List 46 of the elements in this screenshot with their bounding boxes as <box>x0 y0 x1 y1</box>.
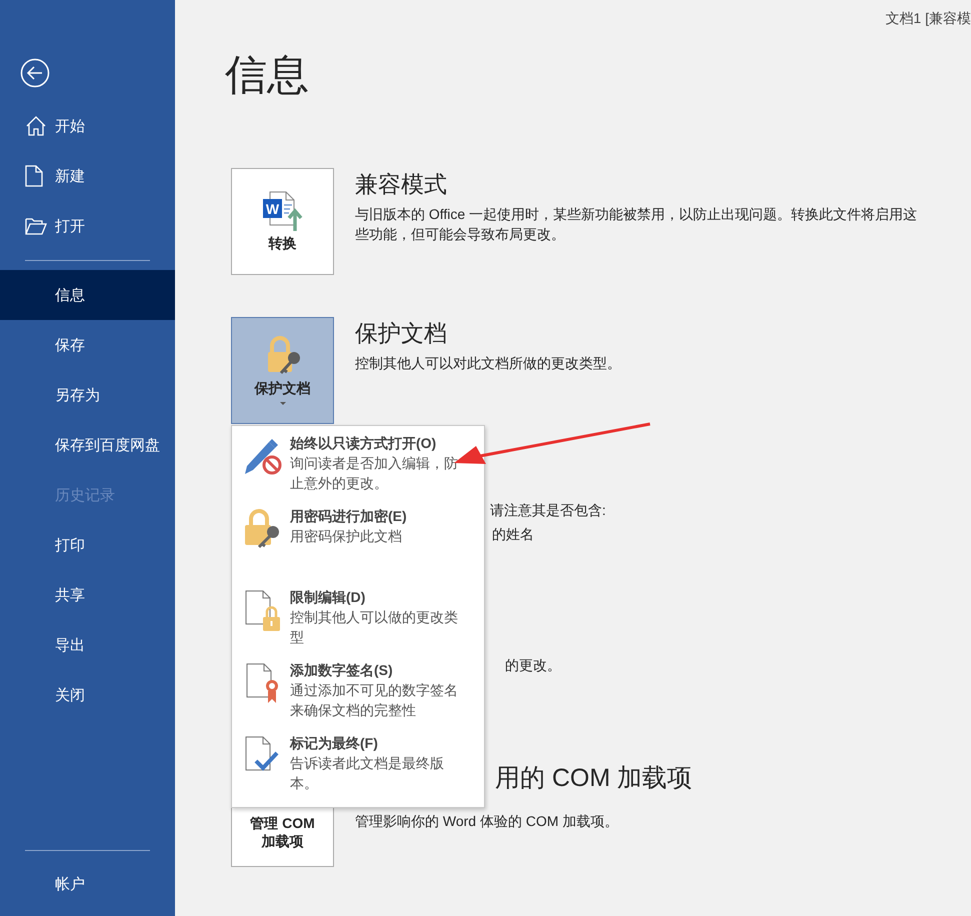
sidebar-item[interactable]: 共享 <box>0 570 175 620</box>
menu-item[interactable]: 限制编辑(D) 控制其他人可以做的更改类型 <box>232 584 484 657</box>
document-text: 的姓名 <box>492 526 534 544</box>
convert-button[interactable]: W 转换 <box>231 168 334 275</box>
lock-key-icon <box>243 509 281 549</box>
menu-item-description: 控制其他人可以做的更改类型 <box>290 608 459 647</box>
menu-item[interactable]: 始终以只读方式打开(O) 询问读者是否加入编辑，防止意外的更改。 <box>232 430 484 503</box>
file-icon <box>25 165 43 187</box>
window-title: 文档1 [兼容模 <box>885 10 971 28</box>
menu-item-title: 添加数字签名(S) <box>290 661 394 680</box>
section-description: 管理影响你的 Word 体验的 COM 加载项。 <box>355 812 618 831</box>
document-lock-icon <box>244 590 280 632</box>
menu-item[interactable]: 添加数字签名(S) 通过添加不可见的数字签名来确保文档的完整性 <box>232 657 484 730</box>
menu-item-description: 询问读者是否加入编辑，防止意外的更改。 <box>290 454 459 493</box>
sidebar-item[interactable]: 保存到百度网盘 <box>0 420 175 470</box>
section-heading: 用的 COM 加载项 <box>495 763 692 793</box>
sidebar-item[interactable]: 关闭 <box>0 670 175 720</box>
sidebar-item[interactable]: 打开 <box>0 201 175 251</box>
back-icon[interactable] <box>20 58 50 88</box>
sidebar-item[interactable]: 帐户 <box>0 859 175 909</box>
protect-document-button[interactable]: 保护文档 <box>231 317 334 424</box>
menu-item-description: 用密码保护此文档 <box>290 527 403 546</box>
sidebar-item[interactable]: 开始 <box>0 101 175 151</box>
menu-item-title: 限制编辑(D) <box>290 588 366 607</box>
section-description: 与旧版本的 Office 一起使用时，某些新功能被禁用，以防止出现问题。转换此文件将启用这些功能，但可能会导致布局更改。 <box>355 205 918 244</box>
document-ribbon-icon <box>244 663 280 705</box>
menu-item-title: 始终以只读方式打开(O) <box>290 434 438 453</box>
sidebar-item[interactable]: 另存为 <box>0 370 175 420</box>
page-title: 信息 <box>225 50 310 100</box>
caret-icon <box>280 402 286 405</box>
menu-item[interactable]: 用密码进行加密(E) 用密码保护此文档 <box>232 503 484 576</box>
document-text: 请注意其是否包含: <box>490 502 606 520</box>
folder-icon <box>25 217 47 235</box>
sidebar-item[interactable]: 保存 <box>0 320 175 370</box>
document-text: 的更改。 <box>505 657 561 675</box>
menu-item-description: 通过添加不可见的数字签名来确保文档的完整性 <box>290 681 459 720</box>
sidebar-item[interactable]: 导出 <box>0 620 175 670</box>
sidebar-item[interactable]: 打印 <box>0 520 175 570</box>
section-description: 控制其他人可以对此文档所做的更改类型。 <box>355 354 622 373</box>
sidebar-item[interactable]: 新建 <box>0 151 175 201</box>
section-heading: 兼容模式 <box>355 170 448 198</box>
sidebar-item[interactable]: 信息 <box>0 270 175 320</box>
section-heading: 保护文档 <box>355 319 448 347</box>
home-icon <box>25 115 47 137</box>
menu-item-title: 用密码进行加密(E) <box>290 507 408 526</box>
menu-item-title: 标记为最终(F) <box>290 734 379 753</box>
